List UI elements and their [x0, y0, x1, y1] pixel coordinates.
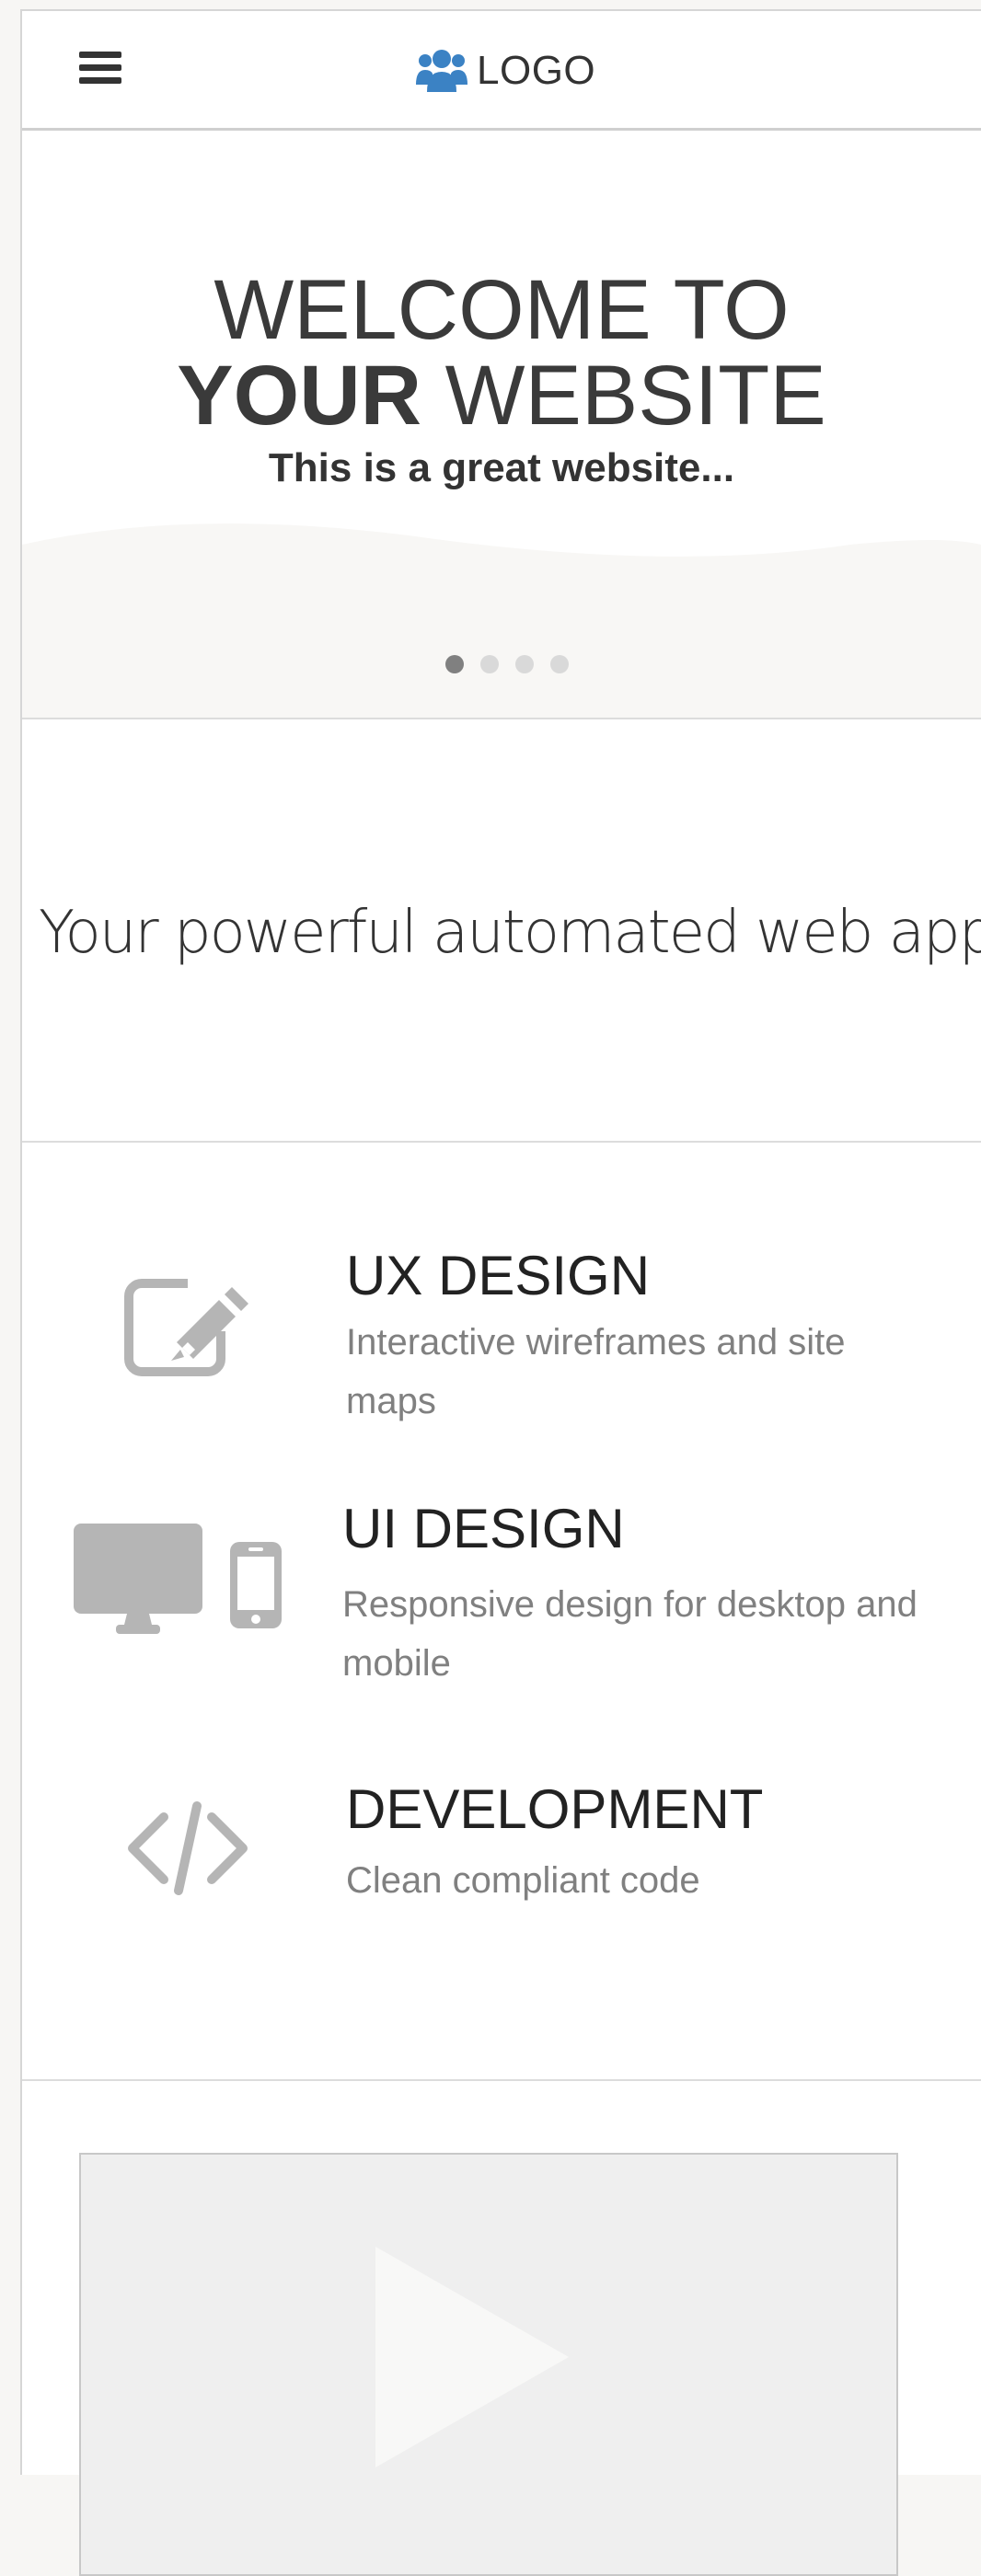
feature-title: DEVELOPMENT — [346, 1778, 764, 1840]
page: LOGO WELCOME TO YOUR WEBSITE This is a g… — [20, 9, 981, 2475]
carousel-indicators — [445, 655, 585, 673]
hero-title-line2: YOUR WEBSITE — [22, 350, 981, 442]
feature-description: Interactive wireframes and site maps — [346, 1322, 846, 1421]
header: LOGO — [22, 11, 981, 131]
logo-text: LOGO — [477, 48, 596, 93]
edit-icon — [124, 1276, 252, 1376]
hero-subtitle: This is a great website... — [268, 445, 735, 490]
hero-title-line1: WELCOME TO — [214, 263, 790, 357]
carousel-dot[interactable] — [480, 655, 499, 673]
hero-carousel: WELCOME TO YOUR WEBSITE This is a great … — [22, 131, 981, 719]
code-icon — [128, 1801, 248, 1895]
feature-title: UX DESIGN — [346, 1245, 651, 1306]
logo[interactable]: LOGO — [416, 48, 595, 94]
hero-title-bold: YOUR — [177, 349, 422, 443]
video-player[interactable] — [79, 2153, 898, 2576]
tagline: Your powerful automated web app! — [39, 899, 981, 967]
devices-icon — [74, 1524, 282, 1634]
carousel-dot[interactable] — [550, 655, 569, 673]
feature-description: Responsive design for desktop and mobile — [342, 1584, 918, 1684]
hamburger-menu-icon[interactable] — [79, 52, 121, 88]
users-icon — [416, 50, 467, 92]
tagline-section: Your powerful automated web app! — [22, 719, 981, 1143]
hero-title-rest: WEBSITE — [421, 349, 826, 443]
feature-description: Clean compliant code — [346, 1860, 700, 1901]
carousel-dot[interactable] — [445, 655, 464, 673]
carousel-dot[interactable] — [515, 655, 534, 673]
features-section: UX DESIGN Interactive wireframes and sit… — [22, 1143, 981, 2081]
hero-wave-background — [22, 523, 981, 718]
feature-title: UI DESIGN — [342, 1498, 625, 1559]
play-icon[interactable] — [375, 2247, 578, 2467]
